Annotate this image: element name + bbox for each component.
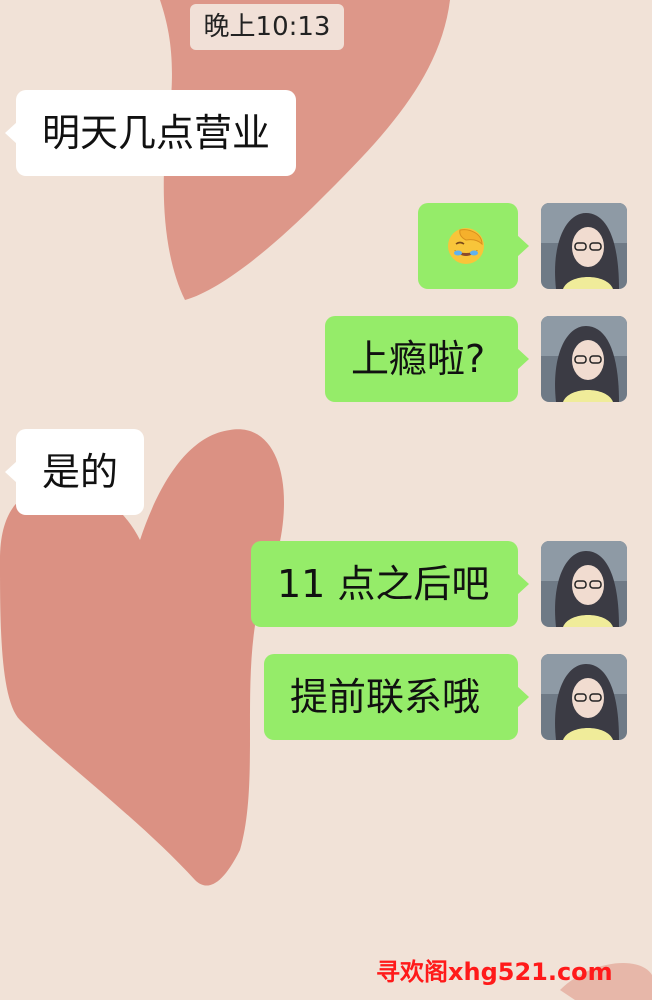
outgoing-message-bubble[interactable] [418, 203, 529, 289]
outgoing-message-bubble[interactable]: 11 点之后吧 [251, 541, 529, 627]
avatar[interactable] [541, 203, 627, 289]
chat-area: 晚上10:13 明天几点营业 上瘾啦? 是的 11 点之后吧 提前联系哦 寻欢阁… [0, 0, 652, 1000]
message-text: 是的 [42, 450, 119, 494]
outgoing-message-bubble[interactable]: 上瘾啦? [325, 316, 529, 402]
message-text: 明天几点营业 [42, 111, 271, 155]
bubble-tail [517, 686, 529, 708]
bubble-tail [517, 573, 529, 595]
message-text: 提前联系哦 [290, 675, 481, 719]
incoming-message-bubble[interactable]: 明天几点营业 [5, 90, 297, 176]
avatar-photo [541, 203, 627, 289]
outgoing-message-bubble[interactable]: 提前联系哦 [264, 654, 529, 740]
bubble-tail [517, 348, 529, 370]
avatar[interactable] [541, 541, 627, 627]
avatar[interactable] [541, 316, 627, 402]
bubble-tail [5, 461, 17, 483]
message-text: 上瘾啦? [351, 337, 486, 381]
incoming-message-bubble[interactable]: 是的 [5, 429, 145, 515]
avatar[interactable] [541, 654, 627, 740]
message-text: 11 点之后吧 [277, 562, 490, 606]
timestamp: 晚上10:13 [190, 4, 344, 50]
watermark: 寻欢阁xhg521.com [376, 958, 613, 986]
avatar-photo [541, 654, 627, 740]
bubble-tail [5, 122, 17, 144]
face-palm-laughing-emoji-icon [448, 228, 484, 264]
avatar-photo [541, 316, 627, 402]
bubble-tail [517, 235, 529, 257]
avatar-photo [541, 541, 627, 627]
